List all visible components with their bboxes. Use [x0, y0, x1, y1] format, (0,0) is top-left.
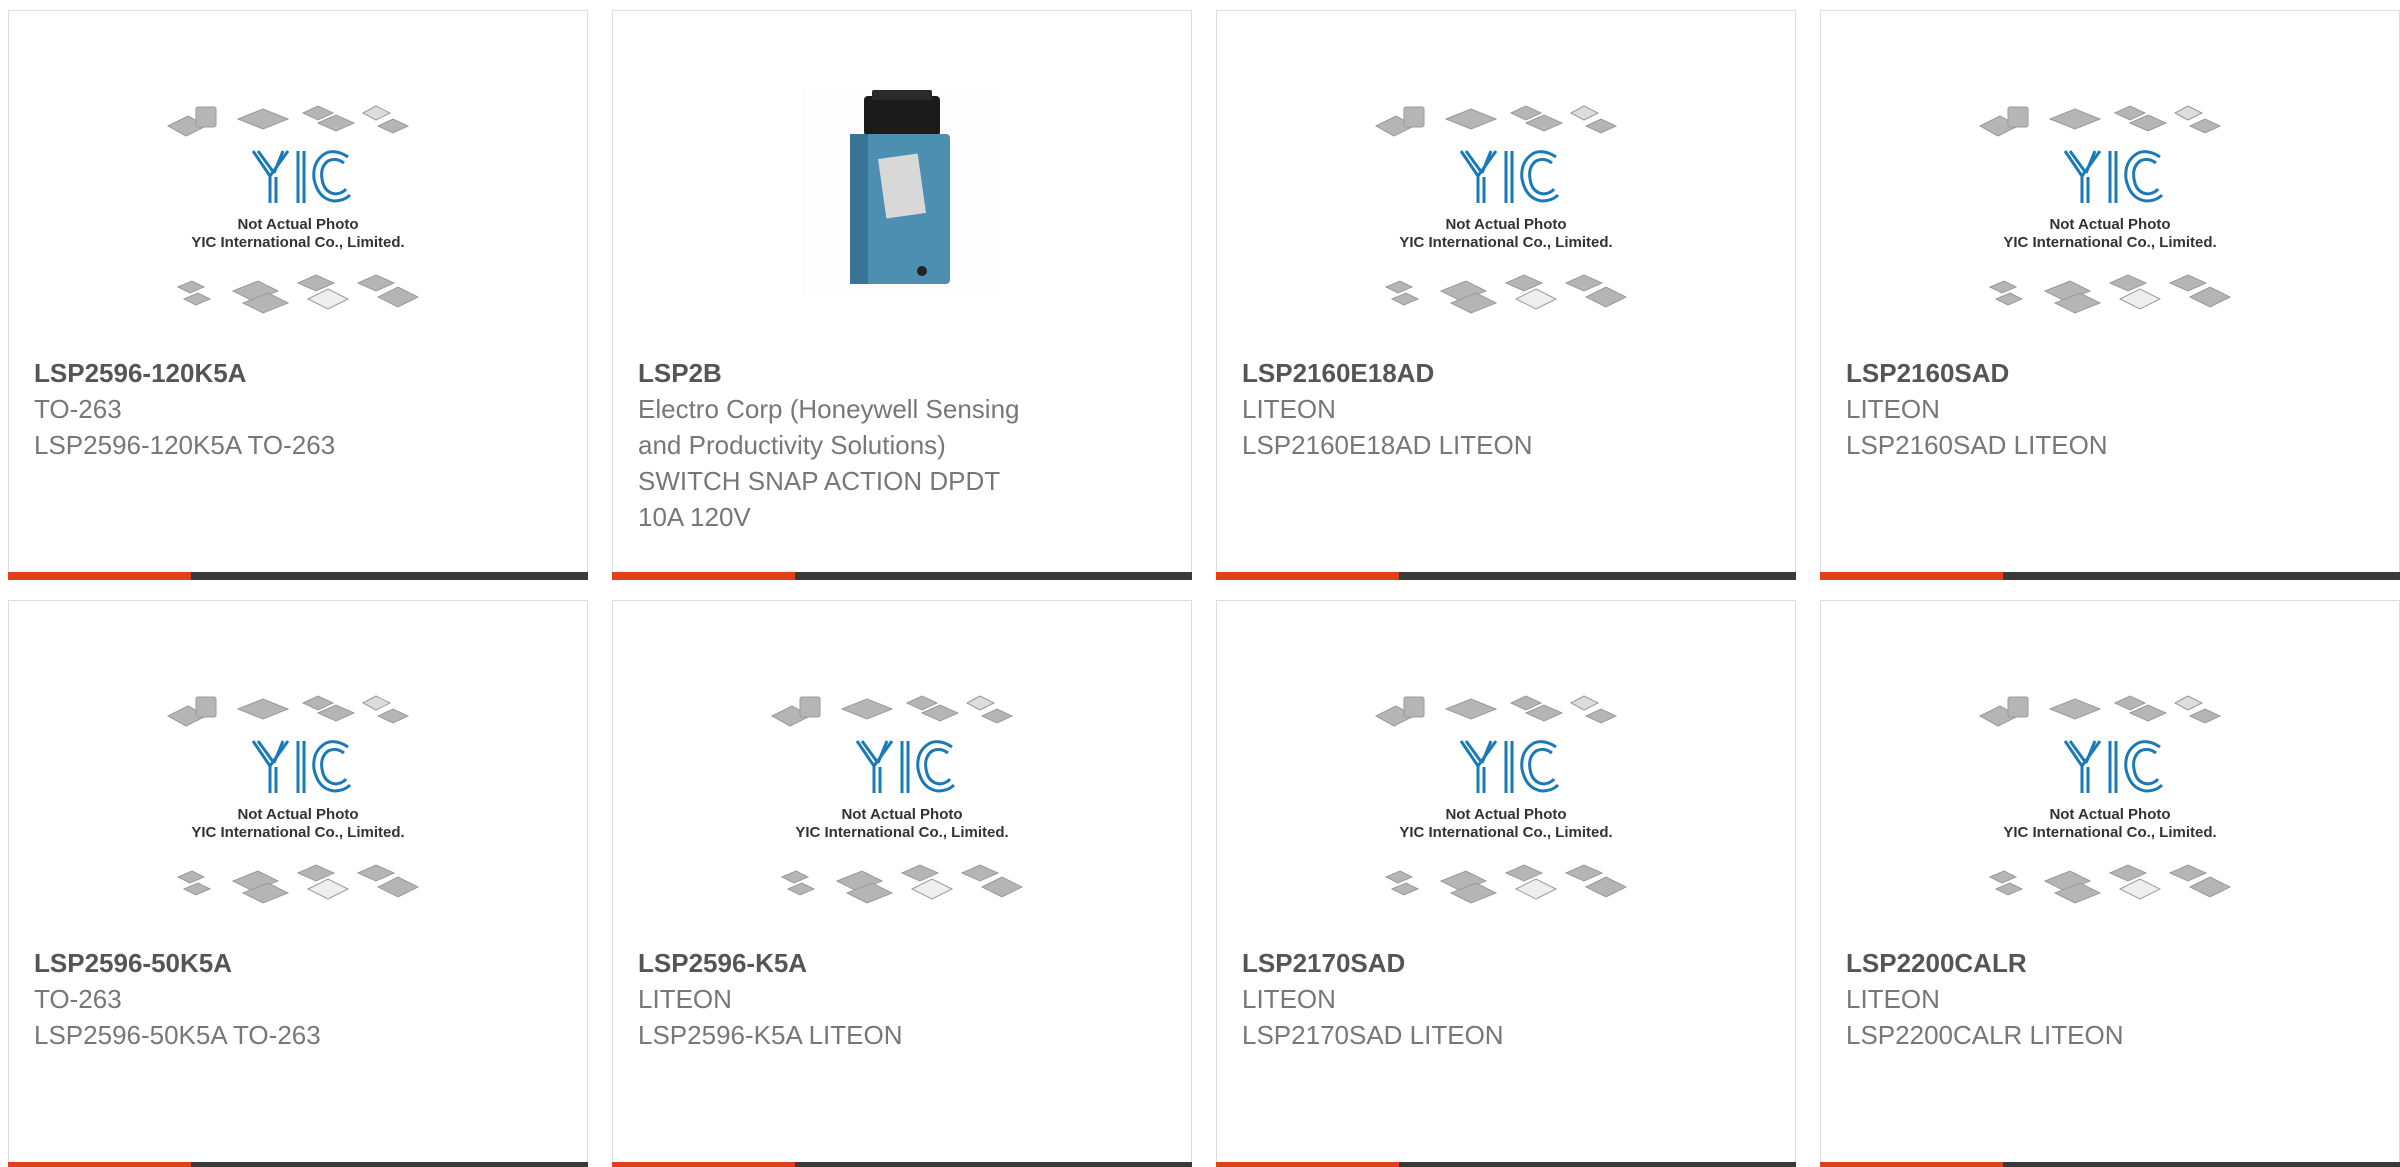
product-card[interactable]: LSP2B Electro Corp (Honeywell Sensing and … — [612, 10, 1192, 580]
placeholder-caption-1: Not Actual Photo — [1445, 806, 1566, 823]
product-info: LSP2596-50K5A TO-263 LSP2596-50K5A TO-263 — [34, 945, 467, 1053]
placeholder-caption-2: YIC International Co., Limited. — [1399, 824, 1612, 841]
product-card[interactable]: Not Actual Photo YIC International Co., … — [612, 600, 1192, 1167]
product-description-line: TO-263 — [34, 394, 122, 424]
product-image[interactable]: Not Actual Photo YIC International Co., … — [613, 681, 1191, 941]
card-bottom-bar — [612, 572, 1192, 580]
card-accent-bar — [612, 1162, 795, 1167]
card-bottom-bar — [1216, 1162, 1796, 1167]
product-info: LSP2160E18AD LITEON LSP2160E18AD LITEON — [1242, 355, 1675, 463]
placeholder-image: Not Actual Photo YIC International Co., … — [1978, 695, 2232, 904]
product-image[interactable]: Not Actual Photo YIC International Co., … — [1217, 91, 1795, 351]
product-image[interactable]: Not Actual Photo YIC International Co., … — [9, 91, 587, 351]
placeholder-caption-2: YIC International Co., Limited. — [191, 234, 404, 251]
product-card[interactable]: Not Actual Photo YIC International Co., … — [1820, 10, 2400, 580]
product-name[interactable]: LSP2596-K5A — [638, 945, 1071, 981]
card-accent-bar — [1216, 572, 1399, 580]
product-image[interactable]: Not Actual Photo YIC International Co., … — [1821, 681, 2399, 941]
placeholder-caption-1: Not Actual Photo — [2049, 216, 2170, 233]
product-description-line: LITEON — [638, 984, 732, 1014]
placeholder-caption-1: Not Actual Photo — [841, 806, 962, 823]
placeholder-image: Not Actual Photo YIC International Co., … — [1978, 105, 2232, 314]
placeholder-caption-1: Not Actual Photo — [2049, 806, 2170, 823]
product-info: LSP2170SAD LITEON LSP2170SAD LITEON — [1242, 945, 1675, 1053]
placeholder-image: Not Actual Photo YIC International Co., … — [1374, 695, 1628, 904]
product-description-line: Electro Corp (Honeywell Sensing — [638, 394, 1020, 424]
placeholder-image: Not Actual Photo YIC International Co., … — [1374, 105, 1628, 314]
card-bottom-bar — [8, 1162, 588, 1167]
product-description-line: LSP2170SAD LITEON — [1242, 1020, 1504, 1050]
product-name[interactable]: LSP2160SAD — [1846, 355, 2279, 391]
product-image[interactable]: Not Actual Photo YIC International Co., … — [9, 681, 587, 941]
product-name[interactable]: LSP2200CALR — [1846, 945, 2279, 981]
product-description-line: TO-263 — [34, 984, 122, 1014]
product-info: LSP2B Electro Corp (Honeywell Sensing and … — [638, 355, 1071, 535]
product-info: LSP2596-K5A LITEON LSP2596-K5A LITEON — [638, 945, 1071, 1053]
card-bottom-bar — [8, 572, 588, 580]
product-image[interactable] — [613, 86, 1191, 346]
product-image[interactable]: Not Actual Photo YIC International Co., … — [1217, 681, 1795, 941]
product-card[interactable]: Not Actual Photo YIC International Co., … — [8, 600, 588, 1167]
placeholder-caption-1: Not Actual Photo — [1445, 216, 1566, 233]
card-bottom-bar — [612, 1162, 1192, 1167]
product-description-line: LSP2160SAD LITEON — [1846, 430, 2108, 460]
product-description-line: LSP2596-K5A LITEON — [638, 1020, 903, 1050]
placeholder-caption-1: Not Actual Photo — [237, 806, 358, 823]
product-description-line: LITEON — [1846, 394, 1940, 424]
card-accent-bar — [1820, 1162, 2003, 1167]
placeholder-caption-2: YIC International Co., Limited. — [2003, 234, 2216, 251]
product-description-line: LSP2596-120K5A TO-263 — [34, 430, 336, 460]
limit-switch-photo — [802, 86, 1002, 296]
product-info: LSP2200CALR LITEON LSP2200CALR LITEON — [1846, 945, 2279, 1053]
placeholder-caption-2: YIC International Co., Limited. — [1399, 234, 1612, 251]
product-card[interactable]: Not Actual Photo YIC International Co., … — [1216, 10, 1796, 580]
product-name[interactable]: LSP2596-120K5A — [34, 355, 467, 391]
placeholder-image: Not Actual Photo YIC International Co., … — [770, 695, 1024, 904]
product-image[interactable]: Not Actual Photo YIC International Co., … — [1821, 91, 2399, 351]
product-card[interactable]: Not Actual Photo YIC International Co., … — [8, 10, 588, 580]
placeholder-image: Not Actual Photo YIC International Co., … — [166, 695, 420, 904]
product-name[interactable]: LSP2B — [638, 355, 1071, 391]
product-description-line: LSP2160E18AD LITEON — [1242, 430, 1533, 460]
product-name[interactable]: LSP2160E18AD — [1242, 355, 1675, 391]
placeholder-caption-2: YIC International Co., Limited. — [795, 824, 1008, 841]
product-description-line: LSP2200CALR LITEON — [1846, 1020, 2124, 1050]
product-description-line: LITEON — [1242, 394, 1336, 424]
card-bottom-bar — [1216, 572, 1796, 580]
product-info: LSP2160SAD LITEON LSP2160SAD LITEON — [1846, 355, 2279, 463]
card-accent-bar — [8, 1162, 191, 1167]
product-description-line: LITEON — [1846, 984, 1940, 1014]
placeholder-caption-2: YIC International Co., Limited. — [2003, 824, 2216, 841]
product-card[interactable]: Not Actual Photo YIC International Co., … — [1820, 600, 2400, 1167]
card-accent-bar — [612, 572, 795, 580]
product-description-line: 10A 120V — [638, 502, 751, 532]
card-accent-bar — [8, 572, 191, 580]
product-card[interactable]: Not Actual Photo YIC International Co., … — [1216, 600, 1796, 1167]
placeholder-image: Not Actual Photo YIC International Co., … — [166, 105, 420, 314]
product-description-line: LITEON — [1242, 984, 1336, 1014]
card-accent-bar — [1820, 572, 2003, 580]
product-name[interactable]: LSP2596-50K5A — [34, 945, 467, 981]
placeholder-caption-1: Not Actual Photo — [237, 216, 358, 233]
product-grid: Not Actual Photo YIC International Co., … — [0, 0, 2400, 1167]
product-name[interactable]: LSP2170SAD — [1242, 945, 1675, 981]
card-bottom-bar — [1820, 572, 2400, 580]
card-accent-bar — [1216, 1162, 1399, 1167]
placeholder-caption-2: YIC International Co., Limited. — [191, 824, 404, 841]
product-description-line: SWITCH SNAP ACTION DPDT — [638, 466, 1001, 496]
product-description-line: and Productivity Solutions) — [638, 430, 946, 460]
product-info: LSP2596-120K5A TO-263 LSP2596-120K5A TO-26… — [34, 355, 467, 463]
card-bottom-bar — [1820, 1162, 2400, 1167]
product-description-line: LSP2596-50K5A TO-263 — [34, 1020, 321, 1050]
